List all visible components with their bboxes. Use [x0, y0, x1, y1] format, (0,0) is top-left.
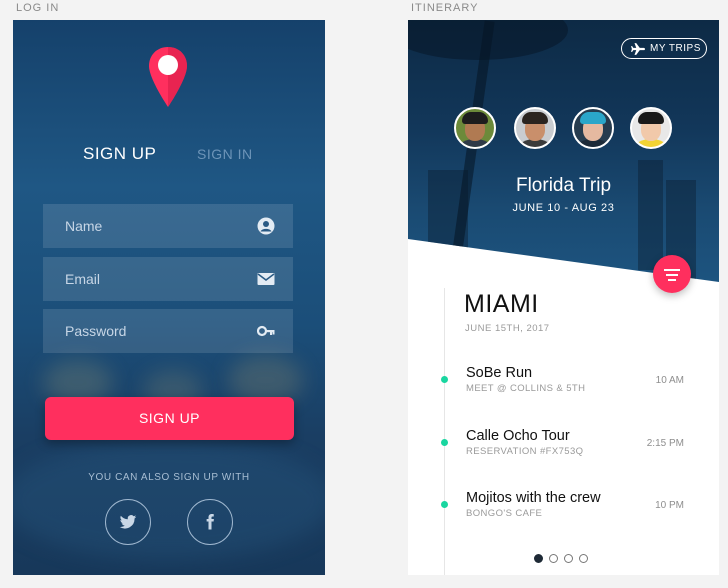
event-detail: BONGO'S CAFE: [466, 508, 543, 519]
login-screen: SIGN UP SIGN IN Name Email Password SIGN…: [13, 20, 325, 575]
avatar[interactable]: [454, 107, 496, 149]
map-pin-icon: [149, 47, 187, 107]
event-name: Calle Ocho Tour: [466, 428, 570, 444]
envelope-icon: [257, 273, 275, 285]
login-caption: LOG IN: [16, 2, 60, 14]
page-dot[interactable]: [579, 554, 588, 563]
filter-icon: [664, 269, 680, 271]
list-item[interactable]: SoBe Run MEET @ COLLINS & 5TH 10 AM: [408, 363, 719, 403]
filter-button[interactable]: [653, 255, 691, 293]
itinerary-caption: ITINERARY: [411, 2, 479, 14]
password-placeholder: Password: [65, 323, 127, 339]
password-field[interactable]: Password: [43, 309, 293, 353]
list-item[interactable]: Mojitos with the crew BONGO'S CAFE 10 PM: [408, 488, 719, 528]
email-placeholder: Email: [65, 271, 101, 287]
twitter-icon: [119, 515, 137, 529]
page-dot[interactable]: [549, 554, 558, 563]
sign-up-button[interactable]: SIGN UP: [45, 397, 294, 440]
airplane-icon: [631, 43, 645, 55]
event-detail: RESERVATION #FX753Q: [466, 446, 584, 457]
hero-header: MY TRIPS Florida Trip JUNE 10 - AUG 23: [408, 20, 719, 282]
itinerary-screen: MY TRIPS Florida Trip JUNE 10 - AUG 23 M…: [408, 20, 719, 575]
timeline-dot: [441, 501, 448, 508]
city-date: JUNE 15TH, 2017: [465, 323, 550, 334]
event-name: SoBe Run: [466, 365, 533, 381]
avatar[interactable]: [572, 107, 614, 149]
name-placeholder: Name: [65, 218, 103, 234]
facebook-icon: [206, 513, 214, 530]
tab-sign-in[interactable]: SIGN IN: [197, 146, 253, 162]
timeline-dot: [441, 439, 448, 446]
palm-leaves: [408, 20, 568, 60]
page-dot[interactable]: [534, 554, 543, 563]
user-icon: [257, 217, 275, 235]
page-indicator[interactable]: [534, 550, 594, 568]
event-time: 2:15 PM: [646, 438, 684, 449]
key-icon: [257, 325, 275, 337]
event-detail: MEET @ COLLINS & 5TH: [466, 383, 586, 394]
twitter-button[interactable]: [105, 499, 151, 545]
list-item[interactable]: Calle Ocho Tour RESERVATION #FX753Q 2:15…: [408, 426, 719, 466]
background-blur: [13, 440, 325, 560]
avatar[interactable]: [630, 107, 672, 149]
my-trips-button[interactable]: MY TRIPS: [621, 38, 707, 59]
name-field[interactable]: Name: [43, 204, 293, 248]
alt-signup-text: YOU CAN ALSO SIGN UP WITH: [88, 472, 250, 483]
city-title: MIAMI: [464, 290, 539, 318]
event-time: 10 PM: [655, 500, 684, 511]
trip-title: Florida Trip: [515, 175, 612, 196]
my-trips-label: MY TRIPS: [650, 43, 701, 54]
timeline-dot: [441, 376, 448, 383]
email-field[interactable]: Email: [43, 257, 293, 301]
tab-sign-up[interactable]: SIGN UP: [83, 144, 156, 164]
event-name: Mojitos with the crew: [466, 490, 601, 506]
avatar[interactable]: [514, 107, 556, 149]
page-dot[interactable]: [564, 554, 573, 563]
facebook-button[interactable]: [187, 499, 233, 545]
trip-dates: JUNE 10 - AUG 23: [512, 202, 615, 214]
event-time: 10 AM: [655, 375, 684, 386]
